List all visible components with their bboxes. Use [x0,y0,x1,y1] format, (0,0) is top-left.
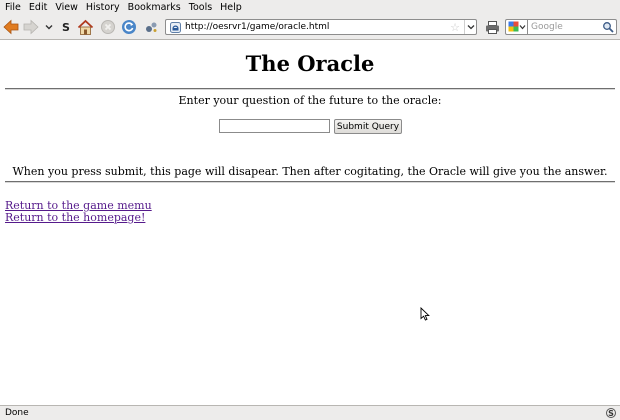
globe-icon [169,21,181,33]
extension-icon [146,22,157,32]
google-engine-icon [508,21,525,32]
forward-arrow-icon [23,19,39,35]
search-engine-selector[interactable] [505,19,527,35]
mouse-pointer-icon [420,307,430,321]
link-homepage[interactable]: Return to the homepage! [5,211,145,224]
extension-button[interactable] [142,18,160,36]
stop-button[interactable] [99,18,117,36]
magnifier-icon[interactable] [602,21,614,33]
divider-bottom [5,181,615,183]
submit-notice: When you press submit, this page will di… [12,165,608,178]
url-dropdown-button[interactable] [464,20,476,34]
menu-bar: File Edit View History Bookmarks Tools H… [0,0,620,14]
menu-help[interactable]: Help [220,2,242,13]
search-placeholder[interactable]: Google [531,22,602,32]
history-dropdown-button[interactable] [43,18,55,36]
home-icon [77,19,93,35]
submit-query-button[interactable]: Submit Query [334,119,402,134]
back-button[interactable] [2,18,20,36]
history-dropdown-icon [45,25,53,30]
reload-icon [122,20,136,34]
menu-view[interactable]: View [55,2,78,13]
site-identity-icon[interactable] [169,21,181,33]
chevron-down-icon [467,25,474,30]
status-bar: Done S [0,405,620,420]
page-title: The Oracle [245,51,375,76]
menu-tools[interactable]: Tools [189,2,212,13]
navigation-toolbar: S http://oesrvr1/game/oracle.html ☆ Goog… [0,14,620,40]
menu-edit[interactable]: Edit [29,2,47,13]
stop-icon [101,20,115,34]
reload-button[interactable] [120,18,138,36]
home-button[interactable] [76,18,94,36]
question-prompt: Enter your question of the future to the… [178,94,442,107]
print-button[interactable] [483,18,501,36]
menu-history[interactable]: History [86,2,120,13]
bookmark-star-icon[interactable]: ☆ [450,21,460,34]
s-status-icon[interactable]: S [606,408,616,418]
url-text[interactable]: http://oesrvr1/game/oracle.html [185,22,450,32]
address-bar[interactable]: http://oesrvr1/game/oracle.html ☆ [165,19,477,35]
back-arrow-icon [3,19,19,35]
status-text: Done [5,408,29,418]
question-input[interactable] [219,119,330,133]
menu-bookmarks[interactable]: Bookmarks [128,2,181,13]
svg-text:S: S [62,21,70,34]
page-content: The Oracle Enter your question of the fu… [0,41,620,405]
forward-button[interactable] [22,18,40,36]
print-icon [485,20,499,34]
s-button[interactable]: S [57,18,75,36]
s-icon: S [62,21,70,34]
search-box[interactable]: Google [527,19,617,35]
menu-file[interactable]: File [5,2,21,13]
divider-top [5,88,615,90]
